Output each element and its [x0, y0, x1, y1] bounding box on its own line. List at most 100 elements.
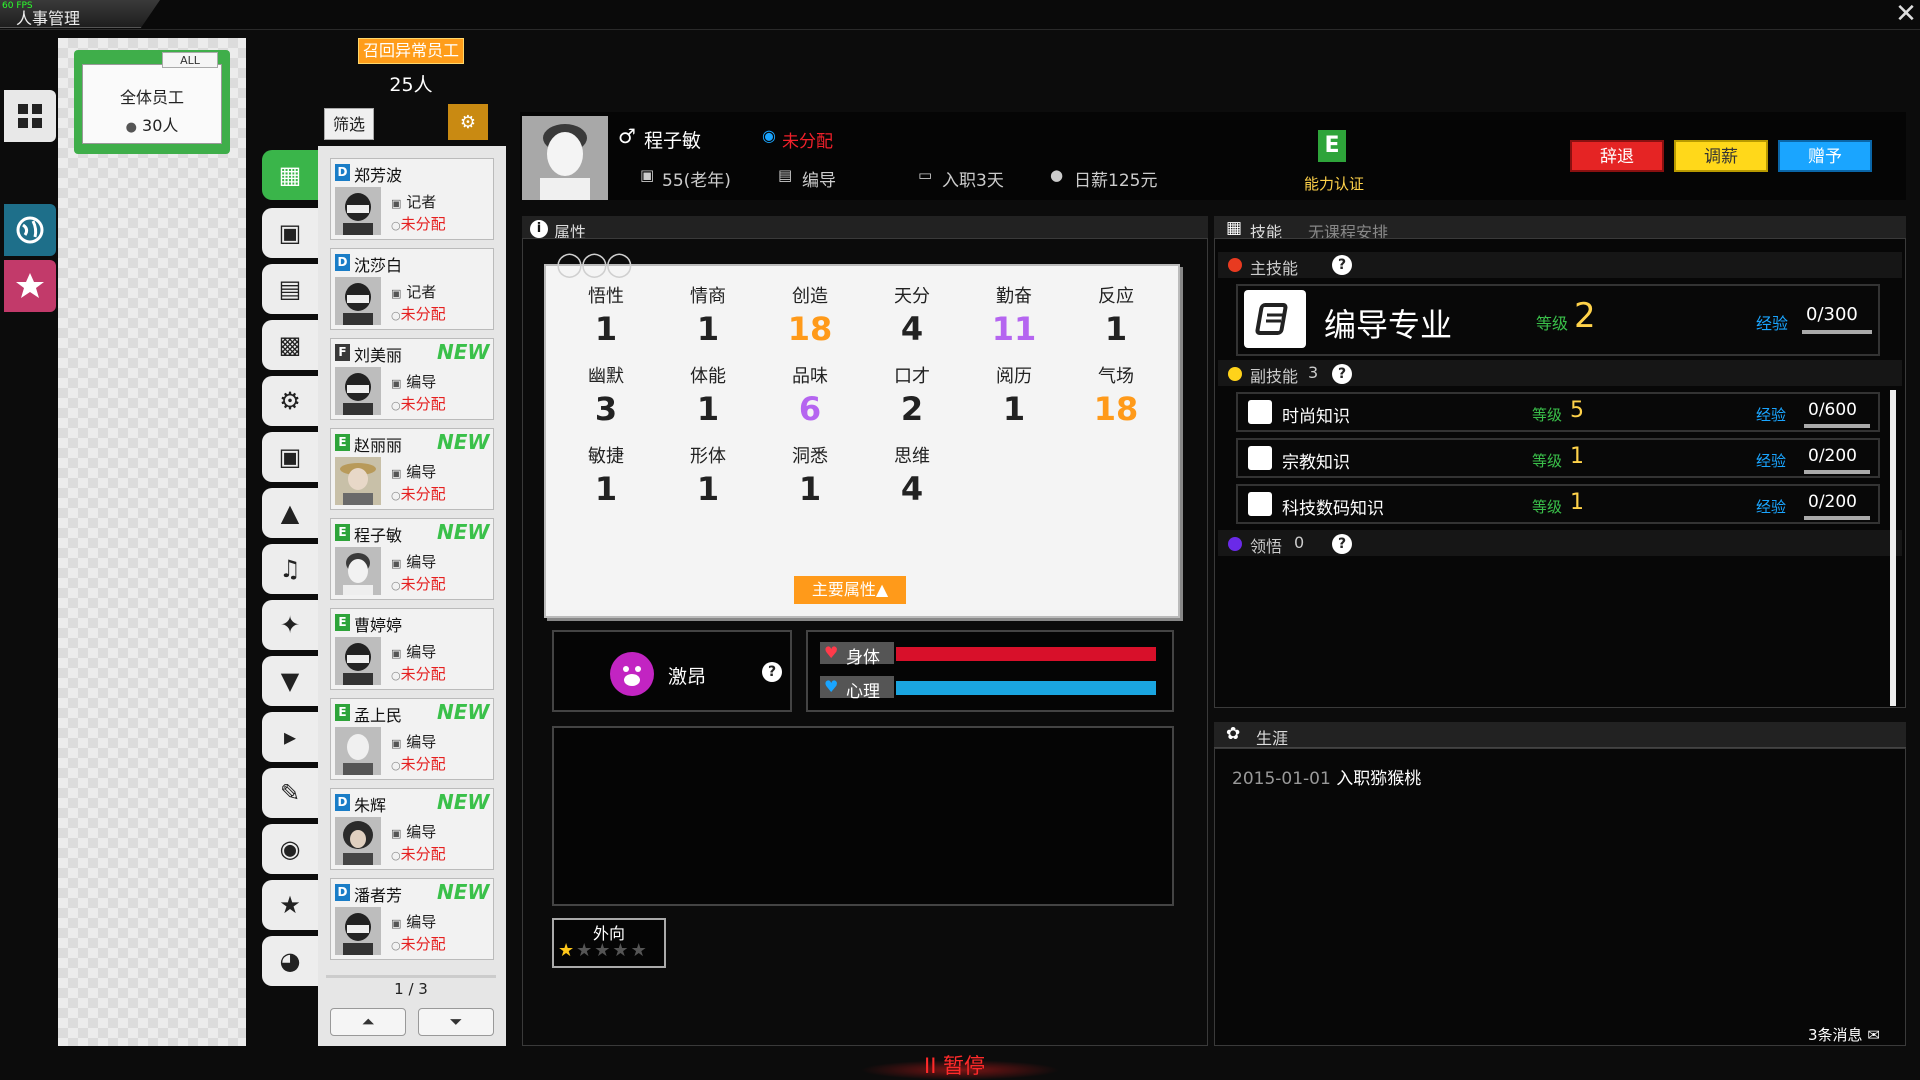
favorites-button[interactable]: [4, 260, 56, 312]
mood-help-icon[interactable]: ?: [762, 662, 782, 682]
filter-button[interactable]: 筛选: [324, 108, 374, 140]
category-camera[interactable]: ▣: [262, 208, 318, 258]
pin-icon: ○: [391, 309, 401, 322]
employee-card[interactable]: D 郑芳波 ▣ 记者 ○未分配: [330, 158, 494, 240]
category-gear[interactable]: ⚙: [262, 376, 318, 426]
attribute-item: 口才 2: [862, 362, 962, 428]
grade-badge: D: [335, 164, 350, 181]
trait-stars: ★★★★★: [558, 940, 649, 961]
pin-icon: ○: [391, 759, 401, 772]
category-microphone[interactable]: ◉: [262, 824, 318, 874]
briefcase-icon: ▣: [391, 827, 402, 840]
adjust-salary-button[interactable]: 调薪: [1674, 140, 1768, 172]
category-video[interactable]: ▩: [262, 320, 318, 370]
employee-role: ▣ 编导: [391, 911, 436, 932]
employee-status-text: 未分配: [400, 485, 446, 503]
pin-icon: ○: [391, 579, 401, 592]
last-page-button[interactable]: ⏷: [418, 1008, 494, 1036]
body-bar-track: [896, 647, 1156, 661]
employee-role: ▣ 编导: [391, 821, 436, 842]
insight-header: [1218, 530, 1902, 556]
department-panel: [58, 38, 246, 1046]
main-skill-level-label: 等级: [1536, 314, 1569, 333]
attribute-value: 4: [900, 310, 924, 348]
sub-skill-name: 时尚知识: [1282, 407, 1350, 427]
category-star[interactable]: ★: [262, 880, 318, 930]
employee-card[interactable]: E 程子敏 NEW ▣ 编导 ○未分配: [330, 518, 494, 600]
category-shop[interactable]: ▣: [262, 432, 318, 482]
close-button[interactable]: ✕: [1893, 1, 1919, 28]
attribute-name: 口才: [894, 366, 930, 387]
employee-card[interactable]: D 朱辉 NEW ▣ 编导 ○未分配: [330, 788, 494, 870]
grid-icon: [18, 104, 42, 128]
coins-icon: ●: [1050, 166, 1064, 184]
employee-card[interactable]: F 刘美丽 NEW ▣ 编导 ○未分配: [330, 338, 494, 420]
star-icon: ★: [576, 940, 595, 961]
globe-icon: [16, 216, 44, 244]
profile-photo: [522, 116, 608, 200]
employee-role: ▣ 编导: [391, 371, 436, 392]
briefcase-icon: ▣: [391, 557, 402, 570]
briefcase-icon: ▣: [391, 737, 402, 750]
tie-icon: ▼: [280, 667, 300, 695]
attribute-name: 气场: [1098, 366, 1134, 387]
recall-abnormal-button[interactable]: 召回异常员工: [358, 38, 464, 64]
sub-skill-name: 科技数码知识: [1282, 499, 1384, 519]
category-book[interactable]: ▤: [262, 264, 318, 314]
employee-card[interactable]: D 沈莎白 ▣ 记者 ○未分配: [330, 248, 494, 330]
employee-card[interactable]: E 孟上民 NEW ▣ 编导 ○未分配: [330, 698, 494, 780]
employee-card[interactable]: D 潘者芳 NEW ▣ 编导 ○未分配: [330, 878, 494, 960]
folder-count-value: 30人: [142, 116, 179, 135]
category-shirt[interactable]: ▲: [262, 488, 318, 538]
sub-skill-label: 副技能: [1250, 367, 1299, 386]
first-page-button[interactable]: ⏶: [330, 1008, 406, 1036]
microphone-icon: ◉: [279, 835, 301, 863]
attribute-item: 思维 4: [862, 442, 962, 508]
book-icon: [1248, 400, 1272, 424]
grid-view-button[interactable]: [4, 90, 56, 142]
certification-grade[interactable]: E: [1318, 130, 1346, 162]
employee-card[interactable]: E 曹婷婷 ▣ 编导 ○未分配: [330, 608, 494, 690]
main-skill-help-icon[interactable]: ?: [1332, 255, 1352, 275]
attribute-name: 敏捷: [588, 446, 624, 467]
sub-skill-name: 宗教知识: [1282, 453, 1350, 473]
category-tie[interactable]: ▼: [262, 656, 318, 706]
pager-divider: [326, 975, 496, 978]
main-attributes-toggle[interactable]: 主要属性▲: [794, 576, 906, 604]
pause-button[interactable]: II 暂停: [924, 1050, 985, 1080]
globe-button[interactable]: [4, 204, 56, 256]
category-wand[interactable]: ✦: [262, 600, 318, 650]
pin-icon: ○: [391, 939, 401, 952]
category-megaphone[interactable]: ▸: [262, 712, 318, 762]
gift-button[interactable]: 赠予: [1778, 140, 1872, 172]
main-skill-exp: 0/300: [1806, 304, 1858, 325]
employee-role: ▣ 编导: [391, 641, 436, 662]
employee-portrait: [335, 187, 381, 235]
employee-name: 刘美丽: [354, 346, 403, 365]
attribute-name: 形体: [690, 446, 726, 467]
insight-help-icon[interactable]: ?: [1332, 534, 1352, 554]
employee-status: ○未分配: [391, 843, 446, 864]
skills-scrollbar[interactable]: [1890, 390, 1896, 706]
camera-icon: ▣: [278, 219, 302, 247]
sub-skill-help-icon[interactable]: ?: [1332, 364, 1352, 384]
dismiss-button[interactable]: 辞退: [1570, 140, 1664, 172]
star-icon: [16, 273, 44, 298]
attribute-name: 体能: [690, 366, 726, 387]
employee-status: ○未分配: [391, 573, 446, 594]
category-mask[interactable]: ◕: [262, 936, 318, 986]
bookshelf-icon: ▦: [1226, 218, 1243, 238]
excited-face-icon: [610, 652, 654, 696]
messages-indicator[interactable]: 3条消息 ✉: [1808, 1024, 1880, 1045]
category-music[interactable]: ♫: [262, 544, 318, 594]
employee-card[interactable]: E 赵丽丽 NEW ▣ 编导 ○未分配: [330, 428, 494, 510]
star-icon: ★: [558, 940, 577, 961]
staff-settings-button[interactable]: ⚙: [448, 104, 488, 140]
attribute-value: 1: [798, 470, 822, 508]
gender-male-icon: ♂: [618, 124, 636, 148]
pin-icon: ○: [391, 849, 401, 862]
category-all[interactable]: ▦: [262, 150, 318, 200]
pin-icon: ○: [391, 399, 401, 412]
category-pen[interactable]: ✎: [262, 768, 318, 818]
shirt-icon: ▲: [280, 499, 300, 527]
